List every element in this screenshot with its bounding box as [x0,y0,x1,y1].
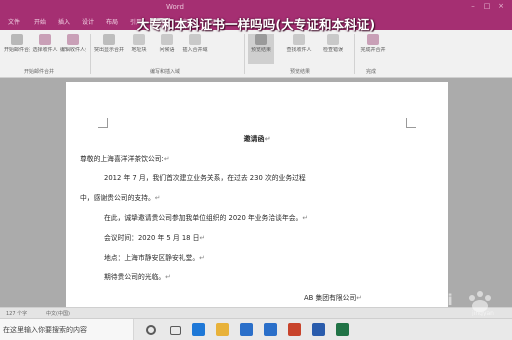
merge-field-icon [189,34,201,45]
svg-text:Bai: Bai [426,291,453,309]
preview-results-label: 预览结果 [250,47,271,53]
title-bar: Word – □ × [0,0,512,14]
start-mail-merge-button[interactable]: 开始邮件合并 [4,34,30,64]
mail-icon[interactable] [264,323,277,336]
word-count[interactable]: 127 个字 [6,310,27,317]
margin-corner-mark [406,118,416,128]
finish-icon [367,34,379,45]
edit-list-icon [67,34,79,45]
document-title: 邀请函↵ [243,135,271,143]
highlight-merge-fields-label: 突出显示合并域 [94,47,124,53]
edit-recipient-list-label: 编辑收件人列表 [60,47,86,53]
group-label-finish: 完成 [366,69,377,75]
meeting-time-line: 会议时间：2020 年 5 月 18 日↵ [104,234,206,242]
margin-corner-mark [98,118,108,128]
group-divider [354,34,355,74]
preview-icon [255,34,267,45]
find-recipient-button[interactable]: 查找收件人 [282,34,316,64]
document-page[interactable]: 邀请函↵ 尊敬的上海喜洋洋茶饮公司:↵ 2012 年 7 月，我们首次建立业务关… [66,82,448,318]
preview-results-button[interactable]: 预览结果 [248,34,274,64]
salutation-line: 尊敬的上海喜洋洋茶饮公司:↵ [80,155,170,163]
taskbar: 在这里输入你要搜索的内容 [0,318,512,340]
start-mail-merge-label: 开始邮件合并 [4,47,30,53]
greeting-icon [161,34,173,45]
cortana-icon[interactable] [146,325,156,335]
greeting-line-button[interactable]: 问候语 [154,34,180,64]
address-block-label: 地址块 [131,47,147,53]
close-icon[interactable]: × [496,2,506,10]
file-explorer-icon[interactable] [216,323,229,336]
find-icon [293,34,305,45]
body-paragraph-line: 2012 年 7 月，我们首次建立业务关系，在过去 230 次的业务过程 [104,174,306,182]
select-recipients-button[interactable]: 选择收件人 [32,34,58,64]
group-divider [244,34,245,74]
ribbon-toolbar: 开始邮件合并 选择收件人 编辑收件人列表 突出显示合并域 地址块 问候语 插入合… [0,30,512,78]
check-errors-button[interactable]: 检查错误 [318,34,348,64]
word-icon[interactable] [312,323,325,336]
closing-line: 期待贵公司的光临。↵ [104,273,171,281]
task-view-icon[interactable] [170,326,181,335]
baidu-watermark: Bai jingyan [426,291,494,316]
finish-merge-label: 完成并合并 [360,47,386,53]
headline-overlay: 大专和本科证书一样吗吗(大专证和本科证) [136,17,376,32]
address-block-icon [133,34,145,45]
powerpoint-icon[interactable] [288,323,301,336]
find-recipient-label: 查找收件人 [286,47,312,53]
invitation-line: 在此，诚挚邀请贵公司参加我单位组织的 2020 年业务洽谈年会。↵ [104,214,309,222]
select-recipients-label: 选择收件人 [32,47,58,53]
search-placeholder: 在这里输入你要搜索的内容 [3,326,87,334]
edge-icon[interactable] [192,323,205,336]
location-line: 地点：上海市静安区静安礼堂。↵ [104,254,205,262]
address-block-button[interactable]: 地址块 [126,34,152,64]
group-label-start: 开始邮件合并 [24,69,55,75]
minimize-icon[interactable]: – [468,2,478,10]
insert-merge-field-label: 插入合并域 [182,47,208,53]
recipients-icon [39,34,51,45]
window-title: Word [166,3,184,11]
check-errors-icon [327,34,339,45]
store-icon[interactable] [240,323,253,336]
group-label-preview: 预览结果 [290,69,311,75]
highlight-merge-fields-button[interactable]: 突出显示合并域 [94,34,124,64]
envelope-icon [11,34,23,45]
greeting-line-label: 问候语 [159,47,175,53]
excel-icon[interactable] [336,323,349,336]
group-label-fields: 编写和插入域 [150,69,181,75]
group-divider [90,34,91,74]
language-indicator[interactable]: 中文(中国) [46,310,70,317]
highlight-icon [103,34,115,45]
insert-merge-field-button[interactable]: 插入合并域 [182,34,208,64]
maximize-icon[interactable]: □ [482,2,492,10]
finish-merge-button[interactable]: 完成并合并 [360,34,386,64]
svg-text:jingyan: jingyan [471,310,494,316]
body-paragraph-line: 中，感谢贵公司的支持。↵ [80,194,161,202]
taskbar-search-box[interactable]: 在这里输入你要搜索的内容 [0,319,134,340]
check-errors-label: 检查错误 [322,47,343,53]
edit-recipient-list-button[interactable]: 编辑收件人列表 [60,34,86,64]
signature-line: AB 集团有限公司↵ [304,294,362,302]
